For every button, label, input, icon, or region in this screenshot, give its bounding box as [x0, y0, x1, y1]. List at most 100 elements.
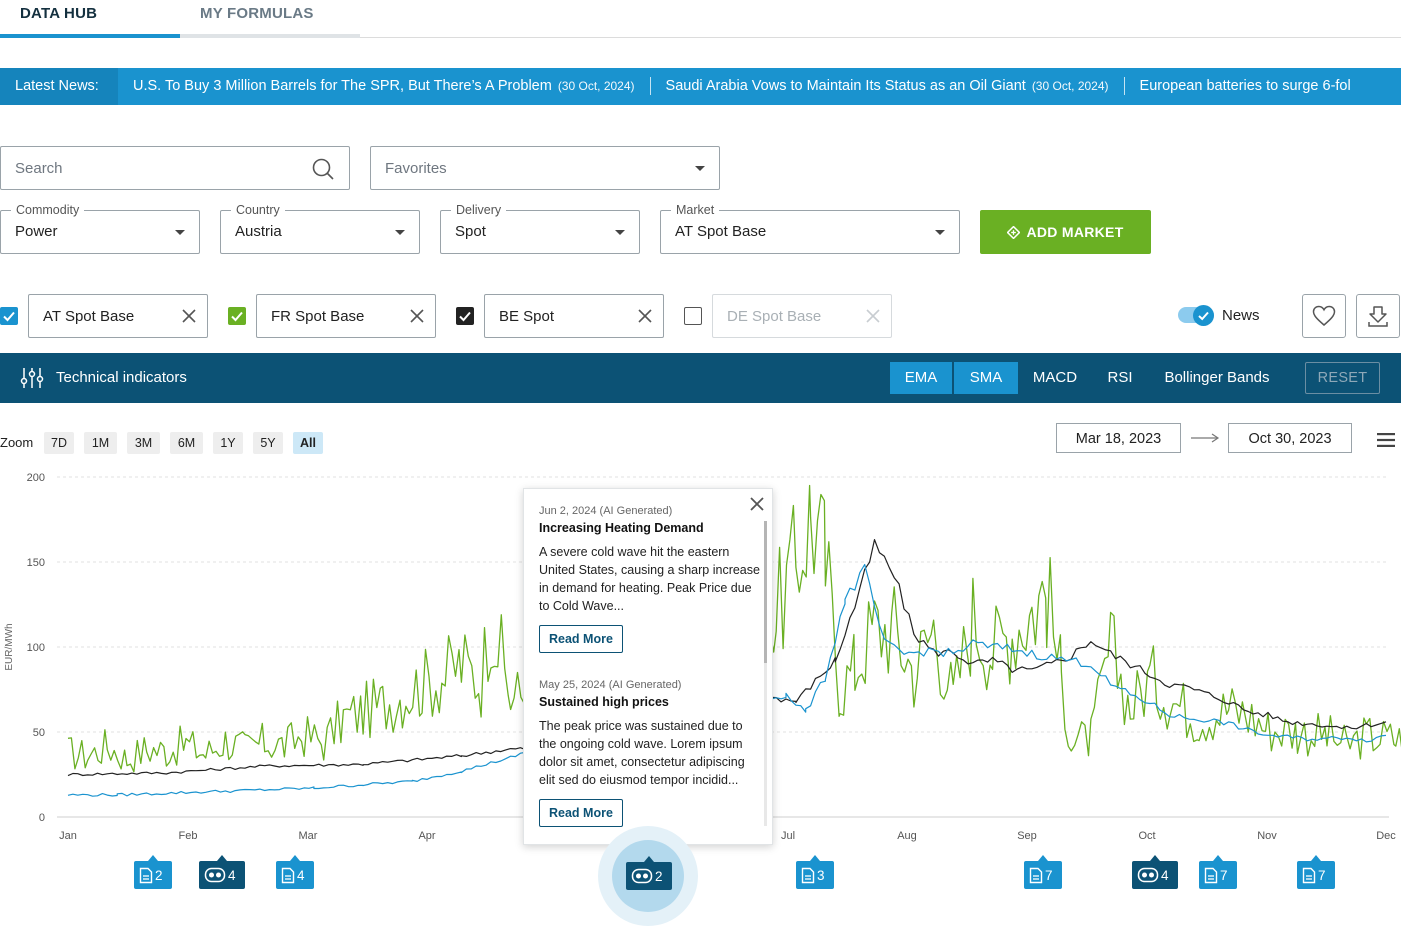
x-tick-label: Jul — [781, 830, 795, 842]
news-ticker-label: Latest News: — [0, 68, 118, 105]
market-chip-be-spot: BE Spot — [484, 294, 664, 338]
news-headline[interactable]: Saudi Arabia Vows to Maintain Its Status… — [666, 78, 1026, 94]
news-event-marker[interactable]: 2 — [134, 855, 172, 889]
date-to-input[interactable]: Oct 30, 2023 — [1228, 423, 1352, 453]
close-icon[interactable] — [409, 308, 425, 324]
checkbox-de-spot-base[interactable] — [684, 307, 702, 325]
news-ticker-item[interactable]: U.S. To Buy 3 Million Barrels for The SP… — [133, 78, 635, 96]
zoom-7d[interactable]: 7D — [44, 432, 74, 454]
check-icon — [1198, 311, 1209, 321]
news-event-marker[interactable]: 7 — [1297, 855, 1335, 889]
indicator-macd[interactable]: MACD — [1022, 362, 1088, 394]
market-chip-at-spot-base: AT Spot Base — [28, 294, 208, 338]
read-more-button[interactable]: Read More — [539, 799, 623, 827]
news-ticker-item[interactable]: Saudi Arabia Vows to Maintain Its Status… — [666, 78, 1109, 96]
zoom-5y[interactable]: 5Y — [253, 432, 283, 454]
news-event-marker[interactable]: 3 — [796, 855, 834, 889]
market-chip-label: DE Spot Base — [727, 308, 822, 325]
news-headline[interactable]: European batteries to surge 6-fol — [1140, 78, 1351, 94]
close-icon[interactable] — [637, 308, 653, 324]
read-more-button[interactable]: Read More — [539, 625, 623, 653]
crosshair-icon — [1007, 225, 1021, 239]
market-chip-label: AT Spot Base — [43, 308, 135, 325]
market-chip-de-spot-base: DE Spot Base — [712, 294, 892, 338]
zoom-label: Zoom — [0, 435, 34, 450]
reset-button[interactable]: RESET — [1305, 362, 1380, 394]
x-tick-label: Feb — [179, 830, 198, 842]
market-value: AT Spot Base — [675, 223, 767, 240]
indicator-bollinger-bands[interactable]: Bollinger Bands — [1152, 362, 1282, 394]
commodity-value: Power — [15, 223, 58, 240]
zoom-all[interactable]: All — [293, 432, 323, 454]
ai-event-marker[interactable]: 2 — [626, 856, 672, 890]
chevron-down-icon — [935, 230, 945, 235]
indicator-ema[interactable]: EMA — [890, 362, 952, 394]
tab-my-formulas[interactable]: MY FORMULAS — [180, 0, 360, 38]
checkbox-at-spot-base[interactable] — [0, 307, 18, 325]
sliders-icon — [20, 368, 44, 388]
marker-count: 2 — [655, 868, 663, 884]
chevron-down-icon — [175, 230, 185, 235]
y-axis-labels: 0 50 100 150 200 — [27, 472, 45, 824]
check-icon — [459, 311, 471, 322]
popup-scrollbar-thumb[interactable] — [764, 521, 767, 663]
market-select[interactable]: Market AT Spot Base — [660, 203, 960, 254]
check-icon — [231, 311, 243, 322]
country-value: Austria — [235, 223, 282, 240]
country-label: Country — [231, 203, 285, 217]
news-event-marker[interactable]: 4 — [276, 855, 314, 889]
download-button[interactable] — [1356, 294, 1400, 338]
popup-item-title: Increasing Heating Demand — [539, 521, 704, 535]
country-select[interactable]: Country Austria — [220, 203, 420, 254]
chevron-down-icon — [695, 166, 705, 171]
indicator-sma[interactable]: SMA — [954, 362, 1018, 394]
checkbox-fr-spot-base[interactable] — [228, 307, 246, 325]
x-tick-label: Sep — [1017, 830, 1037, 842]
search-placeholder: Search — [15, 160, 63, 177]
robot-icon — [204, 867, 226, 883]
news-toggle-label: News — [1222, 307, 1260, 324]
checkbox-be-spot[interactable] — [456, 307, 474, 325]
news-event-marker[interactable]: 7 — [1024, 855, 1062, 889]
favorites-select[interactable]: Favorites — [370, 146, 720, 190]
ai-event-marker[interactable]: 4 — [199, 855, 245, 889]
marker-count: 3 — [817, 867, 825, 883]
popup-item-meta: May 25, 2024 (AI Generated) — [539, 679, 682, 691]
market-chip-label: FR Spot Base — [271, 308, 365, 325]
tab-data-hub[interactable]: DATA HUB — [0, 0, 180, 38]
ai-event-marker[interactable]: 4 — [1132, 855, 1178, 889]
news-headline[interactable]: U.S. To Buy 3 Million Barrels for The SP… — [133, 78, 552, 94]
news-separator — [1123, 77, 1125, 95]
chevron-down-icon — [395, 230, 405, 235]
news-ticker: Latest News: U.S. To Buy 3 Million Barre… — [0, 68, 1401, 105]
popup-item-body: A severe cold wave hit the eastern Unite… — [539, 545, 760, 613]
zoom-6m[interactable]: 6M — [170, 432, 203, 454]
hamburger-menu-icon[interactable] — [1376, 432, 1396, 448]
download-icon — [1368, 306, 1388, 327]
close-icon[interactable] — [865, 308, 881, 324]
favorite-button[interactable] — [1302, 294, 1346, 338]
document-icon — [1029, 867, 1043, 883]
technical-indicators-title: Technical indicators — [56, 369, 187, 386]
zoom-1y[interactable]: 1Y — [213, 432, 243, 454]
arrow-right-icon — [1191, 433, 1220, 443]
add-market-button[interactable]: ADD MARKET — [980, 210, 1151, 254]
y-tick-label: 150 — [27, 557, 45, 569]
x-tick-label: Apr — [418, 830, 435, 842]
news-event-marker[interactable]: 7 — [1199, 855, 1237, 889]
news-toggle-knob[interactable] — [1193, 305, 1214, 326]
zoom-1m[interactable]: 1M — [84, 432, 117, 454]
commodity-select[interactable]: Commodity Power — [0, 203, 200, 254]
news-ticker-item[interactable]: European batteries to surge 6-fol — [1140, 78, 1351, 96]
close-icon[interactable] — [181, 308, 197, 324]
document-icon — [801, 867, 815, 883]
popup-item-title: Sustained high prices — [539, 695, 669, 709]
market-chip-fr-spot-base: FR Spot Base — [256, 294, 436, 338]
delivery-select[interactable]: Delivery Spot — [440, 203, 640, 254]
zoom-3m[interactable]: 3M — [127, 432, 160, 454]
indicator-rsi[interactable]: RSI — [1096, 362, 1144, 394]
marker-count: 4 — [228, 867, 236, 883]
search-input[interactable]: Search — [0, 146, 350, 190]
document-icon — [139, 867, 153, 883]
date-from-input[interactable]: Mar 18, 2023 — [1056, 423, 1181, 453]
